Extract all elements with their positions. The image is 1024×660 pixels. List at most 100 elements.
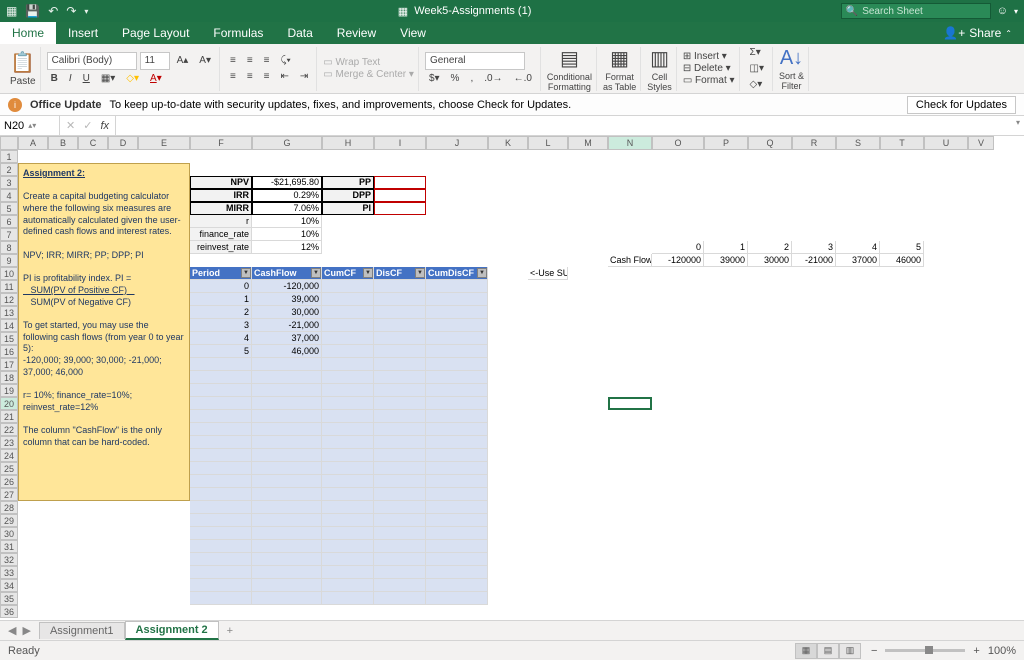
conditional-formatting-icon[interactable]: ▤ [560, 46, 579, 71]
font-size-selector[interactable]: 11 [140, 52, 170, 70]
row-header[interactable]: 3 [0, 176, 18, 189]
tab-insert[interactable]: Insert [56, 22, 110, 44]
increase-indent-icon[interactable]: ⇥ [296, 69, 312, 84]
zoom-out-button[interactable]: − [871, 645, 877, 657]
col-header[interactable]: J [426, 136, 488, 150]
align-center-icon[interactable]: ≡ [243, 69, 257, 84]
fill-color-button[interactable]: ◇▾ [122, 71, 143, 86]
row-header[interactable]: 23 [0, 436, 18, 449]
search-input[interactable]: 🔍 Search Sheet [841, 3, 991, 19]
row-header[interactable]: 1 [0, 150, 18, 163]
col-header[interactable]: R [792, 136, 836, 150]
merge-center-button[interactable]: ▭ Merge & Center ▾ [323, 69, 414, 80]
col-header[interactable]: D [108, 136, 138, 150]
row-header[interactable]: 26 [0, 475, 18, 488]
zoom-in-button[interactable]: + [973, 645, 979, 657]
redo-icon[interactable]: ↷ [66, 4, 76, 18]
row-header[interactable]: 30 [0, 527, 18, 540]
sheet-tab-1[interactable]: Assignment1 [39, 622, 125, 639]
sheet-next-icon[interactable]: ▶ [22, 624, 30, 637]
sort-filter-icon[interactable]: A↓ [780, 47, 803, 70]
insert-cells-button[interactable]: ⊞ Insert ▾ [683, 51, 727, 62]
sheet-tab-2[interactable]: Assignment 2 [125, 621, 219, 640]
percent-button[interactable]: % [447, 71, 464, 86]
autosum-icon[interactable]: Σ▾ [746, 45, 765, 60]
col-header[interactable]: T [880, 136, 924, 150]
decrease-font-icon[interactable]: A▾ [195, 53, 215, 68]
tab-formulas[interactable]: Formulas [201, 22, 275, 44]
col-header[interactable]: V [968, 136, 994, 150]
increase-decimal-icon[interactable]: .0→ [480, 71, 506, 86]
col-header[interactable]: M [568, 136, 608, 150]
row-header[interactable]: 14 [0, 319, 18, 332]
col-header[interactable]: U [924, 136, 968, 150]
filter-dropdown-icon[interactable]: ▼ [311, 268, 321, 278]
delete-cells-button[interactable]: ⊟ Delete ▾ [683, 63, 731, 74]
user-icon[interactable]: ☺ [997, 5, 1008, 17]
align-middle-icon[interactable]: ≡ [243, 53, 257, 68]
fill-icon[interactable]: ◫▾ [746, 61, 768, 76]
col-header[interactable]: E [138, 136, 190, 150]
row-header[interactable]: 4 [0, 189, 18, 202]
sheet-prev-icon[interactable]: ◀ [8, 624, 16, 637]
zoom-slider[interactable] [885, 649, 965, 652]
wrap-text-button[interactable]: ▭ Wrap Text [323, 57, 380, 68]
titlebar-more-icon[interactable]: ▾ [1014, 7, 1018, 16]
row-header[interactable]: 8 [0, 241, 18, 254]
border-button[interactable]: ▦▾ [97, 71, 119, 86]
row-header[interactable]: 25 [0, 462, 18, 475]
spreadsheet-grid[interactable]: ABCDEFGHIJKLMNOPQRSTUV123456789101112131… [0, 136, 1024, 620]
qat-more-icon[interactable]: ▾ [84, 7, 88, 16]
col-header[interactable]: I [374, 136, 426, 150]
col-header[interactable]: C [78, 136, 108, 150]
add-sheet-button[interactable]: + [219, 625, 241, 637]
col-header[interactable]: O [652, 136, 704, 150]
tab-home[interactable]: Home [0, 22, 56, 44]
tab-data[interactable]: Data [275, 22, 324, 44]
font-name-selector[interactable]: Calibri (Body) [47, 52, 137, 70]
col-header[interactable]: A [18, 136, 48, 150]
row-header[interactable]: 27 [0, 488, 18, 501]
paste-icon[interactable]: 📋 [10, 50, 35, 75]
save-icon[interactable]: 💾 [25, 4, 40, 18]
cancel-icon[interactable]: ✕ [66, 119, 75, 132]
align-right-icon[interactable]: ≡ [260, 69, 274, 84]
col-header[interactable]: K [488, 136, 528, 150]
align-left-icon[interactable]: ≡ [226, 69, 240, 84]
row-header[interactable]: 19 [0, 384, 18, 397]
format-as-table-icon[interactable]: ▦ [610, 46, 629, 71]
decrease-decimal-icon[interactable]: ←.0 [510, 71, 536, 86]
font-color-button[interactable]: A▾ [146, 71, 166, 86]
filter-dropdown-icon[interactable]: ▼ [477, 268, 487, 278]
row-header[interactable]: 34 [0, 579, 18, 592]
row-header[interactable]: 22 [0, 423, 18, 436]
row-header[interactable]: 16 [0, 345, 18, 358]
check-updates-button[interactable]: Check for Updates [907, 96, 1016, 114]
row-header[interactable]: 17 [0, 358, 18, 371]
col-header[interactable]: S [836, 136, 880, 150]
row-header[interactable]: 10 [0, 267, 18, 280]
page-layout-view-button[interactable]: ▤ [817, 643, 839, 659]
col-header[interactable]: Q [748, 136, 792, 150]
tab-page-layout[interactable]: Page Layout [110, 22, 201, 44]
col-header[interactable]: L [528, 136, 568, 150]
row-header[interactable]: 13 [0, 306, 18, 319]
tab-view[interactable]: View [388, 22, 438, 44]
fx-icon[interactable]: fx [100, 120, 109, 132]
italic-button[interactable]: I [65, 71, 76, 86]
bold-button[interactable]: B [47, 71, 62, 86]
row-header[interactable]: 35 [0, 592, 18, 605]
name-box[interactable]: N20▴▾ [0, 116, 60, 135]
comma-button[interactable]: , [466, 71, 477, 86]
decrease-indent-icon[interactable]: ⇤ [277, 69, 293, 84]
filter-dropdown-icon[interactable]: ▼ [241, 268, 251, 278]
row-header[interactable]: 11 [0, 280, 18, 293]
tab-review[interactable]: Review [325, 22, 388, 44]
row-header[interactable]: 32 [0, 553, 18, 566]
row-header[interactable]: 20 [0, 397, 18, 410]
filter-dropdown-icon[interactable]: ▼ [363, 268, 373, 278]
row-header[interactable]: 21 [0, 410, 18, 423]
undo-icon[interactable]: ↶ [48, 4, 58, 18]
enter-icon[interactable]: ✓ [83, 119, 92, 132]
row-header[interactable]: 36 [0, 605, 18, 618]
